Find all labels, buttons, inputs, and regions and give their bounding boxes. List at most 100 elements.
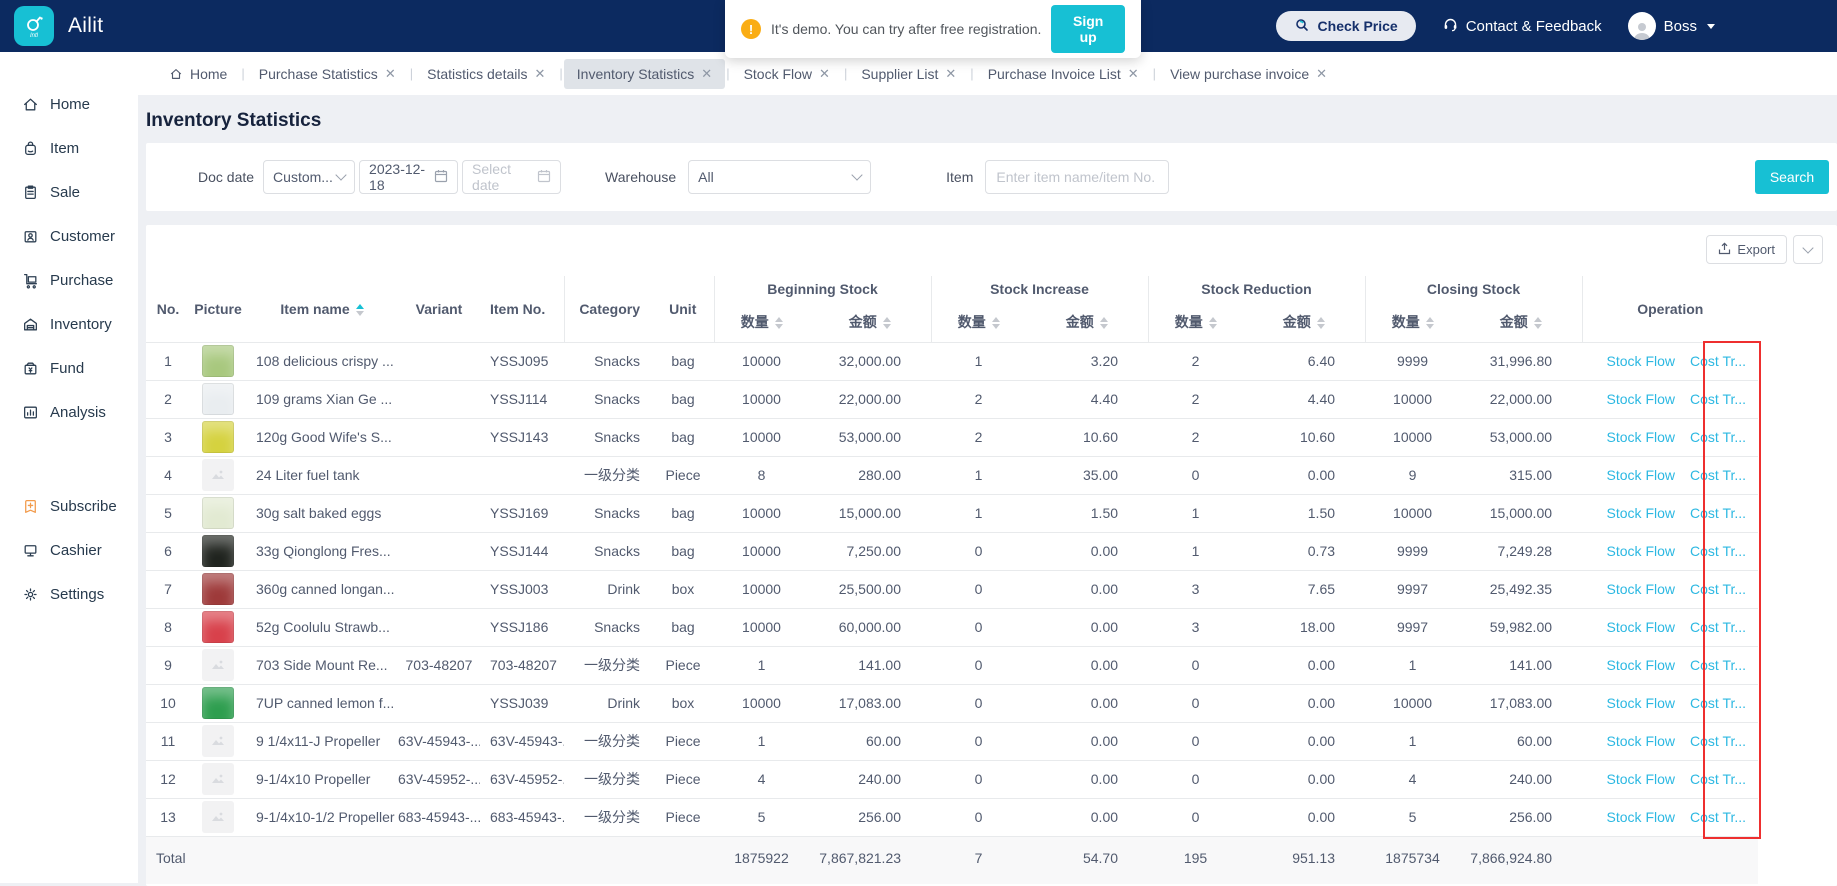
stock-flow-link[interactable]: Stock Flow bbox=[1607, 695, 1675, 711]
cost-transfer-link[interactable]: Cost Tr... bbox=[1690, 733, 1746, 749]
sort-icon[interactable] bbox=[1316, 317, 1325, 330]
tab-supplier-list[interactable]: Supplier List ✕ bbox=[848, 59, 969, 89]
headset-icon bbox=[1442, 16, 1459, 37]
date-range-select[interactable]: Custom... bbox=[263, 160, 356, 194]
analysis-icon bbox=[24, 406, 37, 418]
sidebar-item-inventory[interactable]: Inventory bbox=[0, 302, 138, 346]
sort-icon[interactable] bbox=[991, 317, 1000, 330]
cost-transfer-link[interactable]: Cost Tr... bbox=[1690, 505, 1746, 521]
tab-purchase-invoice-list[interactable]: Purchase Invoice List ✕ bbox=[975, 59, 1152, 89]
stock-flow-link[interactable]: Stock Flow bbox=[1607, 581, 1675, 597]
close-icon[interactable]: ✕ bbox=[701, 66, 712, 82]
cost-transfer-link[interactable]: Cost Tr... bbox=[1690, 619, 1746, 635]
sidebar-item-item[interactable]: Item bbox=[0, 126, 138, 170]
stock-flow-link[interactable]: Stock Flow bbox=[1607, 543, 1675, 559]
close-icon[interactable]: ✕ bbox=[385, 66, 396, 82]
sidebar-item-cashier[interactable]: Cashier bbox=[0, 528, 138, 572]
sidebar-item-sale[interactable]: Sale bbox=[0, 170, 138, 214]
tab-stock-flow[interactable]: Stock Flow ✕ bbox=[731, 59, 843, 89]
subcol-amount[interactable]: 金额 bbox=[1243, 302, 1365, 342]
sort-icon[interactable] bbox=[1533, 317, 1542, 330]
group-stock-reduction: Stock Reduction bbox=[1147, 276, 1366, 302]
subcol-qty[interactable]: 数量 bbox=[1364, 302, 1461, 342]
sort-icon[interactable] bbox=[882, 317, 891, 330]
cost-transfer-link[interactable]: Cost Tr... bbox=[1690, 467, 1746, 483]
stock-flow-link[interactable]: Stock Flow bbox=[1607, 353, 1675, 369]
cost-transfer-link[interactable]: Cost Tr... bbox=[1690, 771, 1746, 787]
sort-icon[interactable] bbox=[774, 317, 783, 330]
table-row: 1 108 delicious crispy ... YSSJ095 Snack… bbox=[146, 342, 1759, 380]
sidebar-item-purchase[interactable]: Purchase bbox=[0, 258, 138, 302]
sort-icon[interactable] bbox=[1099, 317, 1108, 330]
cost-transfer-link[interactable]: Cost Tr... bbox=[1690, 695, 1746, 711]
close-icon[interactable]: ✕ bbox=[1128, 66, 1139, 82]
stock-flow-link[interactable]: Stock Flow bbox=[1607, 733, 1675, 749]
stock-flow-link[interactable]: Stock Flow bbox=[1607, 505, 1675, 521]
subcol-amount[interactable]: 金额 bbox=[1026, 302, 1148, 342]
tab-statistics-details[interactable]: Statistics details ✕ bbox=[414, 59, 558, 89]
warehouse-select[interactable]: All bbox=[688, 160, 872, 194]
cost-transfer-link[interactable]: Cost Tr... bbox=[1690, 429, 1746, 445]
user-menu[interactable]: Boss bbox=[1627, 12, 1715, 40]
sidebar-item-home[interactable]: Home bbox=[0, 82, 138, 126]
table-row: 11 9 1/4x11-J Propeller 63V-45943-... 63… bbox=[146, 722, 1759, 760]
sidebar-item-fund[interactable]: Fund bbox=[0, 346, 138, 390]
cost-transfer-link[interactable]: Cost Tr... bbox=[1690, 543, 1746, 559]
stock-flow-link[interactable]: Stock Flow bbox=[1607, 619, 1675, 635]
settings-icon bbox=[24, 587, 37, 601]
tab-purchase-statistics[interactable]: Purchase Statistics ✕ bbox=[246, 59, 409, 89]
export-button[interactable]: Export bbox=[1706, 235, 1787, 264]
close-icon[interactable]: ✕ bbox=[819, 66, 830, 82]
table-row: 3 120g Good Wife's S... YSSJ143 Snacks b… bbox=[146, 418, 1759, 456]
tab-inventory-statistics[interactable]: Inventory Statistics ✕ bbox=[563, 58, 726, 89]
close-icon[interactable]: ✕ bbox=[945, 66, 956, 82]
sort-icon[interactable] bbox=[355, 304, 364, 317]
user-name: Boss bbox=[1663, 17, 1697, 35]
cost-transfer-link[interactable]: Cost Tr... bbox=[1690, 657, 1746, 673]
date-from-input[interactable]: 2023-12-18 bbox=[359, 160, 459, 194]
stock-flow-link[interactable]: Stock Flow bbox=[1607, 771, 1675, 787]
sort-icon[interactable] bbox=[1425, 317, 1434, 330]
subcol-qty[interactable]: 数量 bbox=[930, 302, 1027, 342]
stock-flow-link[interactable]: Stock Flow bbox=[1607, 657, 1675, 673]
export-more-button[interactable] bbox=[1793, 235, 1823, 264]
check-price-button[interactable]: Check Price bbox=[1275, 11, 1416, 41]
sidebar-item-customer[interactable]: Customer bbox=[0, 214, 138, 258]
banner-message: It's demo. You can try after free regist… bbox=[771, 21, 1042, 37]
subcol-qty[interactable]: 数量 bbox=[713, 302, 809, 342]
close-icon[interactable]: ✕ bbox=[534, 66, 545, 82]
stock-flow-link[interactable]: Stock Flow bbox=[1607, 429, 1675, 445]
subcol-amount[interactable]: 金额 bbox=[809, 302, 931, 342]
subcol-qty[interactable]: 数量 bbox=[1147, 302, 1244, 342]
sidebar-item-subscribe[interactable]: Subscribe bbox=[0, 484, 138, 528]
item-label: Item bbox=[946, 169, 974, 185]
tab-separator: | bbox=[241, 66, 245, 81]
tab-home[interactable]: Home bbox=[156, 59, 240, 89]
stock-flow-link[interactable]: Stock Flow bbox=[1607, 809, 1675, 825]
cost-transfer-link[interactable]: Cost Tr... bbox=[1690, 581, 1746, 597]
subcol-amount[interactable]: 金额 bbox=[1460, 302, 1582, 342]
cost-transfer-link[interactable]: Cost Tr... bbox=[1690, 353, 1746, 369]
cost-transfer-link[interactable]: Cost Tr... bbox=[1690, 391, 1746, 407]
chevron-down-icon bbox=[1802, 241, 1814, 254]
search-button[interactable]: Search bbox=[1755, 160, 1829, 194]
tab-view-purchase-invoice[interactable]: View purchase invoice ✕ bbox=[1157, 59, 1340, 89]
stock-flow-link[interactable]: Stock Flow bbox=[1607, 467, 1675, 483]
date-to-input[interactable]: Select date bbox=[462, 160, 562, 194]
sign-up-button[interactable]: Sign up bbox=[1051, 5, 1125, 53]
col-item-name[interactable]: Item name bbox=[246, 276, 398, 342]
table-row: 10 7UP canned lemon f... YSSJ039 Drink b… bbox=[146, 684, 1759, 722]
app-logo-icon: Intl bbox=[14, 6, 54, 46]
sidebar-item-analysis[interactable]: Analysis bbox=[0, 390, 138, 434]
close-icon[interactable]: ✕ bbox=[1316, 66, 1327, 82]
sort-icon[interactable] bbox=[1208, 317, 1217, 330]
table-row: 12 9-1/4x10 Propeller 63V-45952-... 63V-… bbox=[146, 760, 1759, 798]
item-search-input[interactable] bbox=[985, 160, 1170, 194]
purchase-icon bbox=[24, 273, 37, 289]
stock-flow-link[interactable]: Stock Flow bbox=[1607, 391, 1675, 407]
total-begin-amt: 7,867,821.23 bbox=[819, 849, 902, 866]
cost-transfer-link[interactable]: Cost Tr... bbox=[1690, 809, 1746, 825]
col-no: No. bbox=[156, 300, 180, 317]
contact-feedback-link[interactable]: Contact & Feedback bbox=[1442, 16, 1602, 37]
sidebar-item-settings[interactable]: Settings bbox=[0, 572, 138, 616]
